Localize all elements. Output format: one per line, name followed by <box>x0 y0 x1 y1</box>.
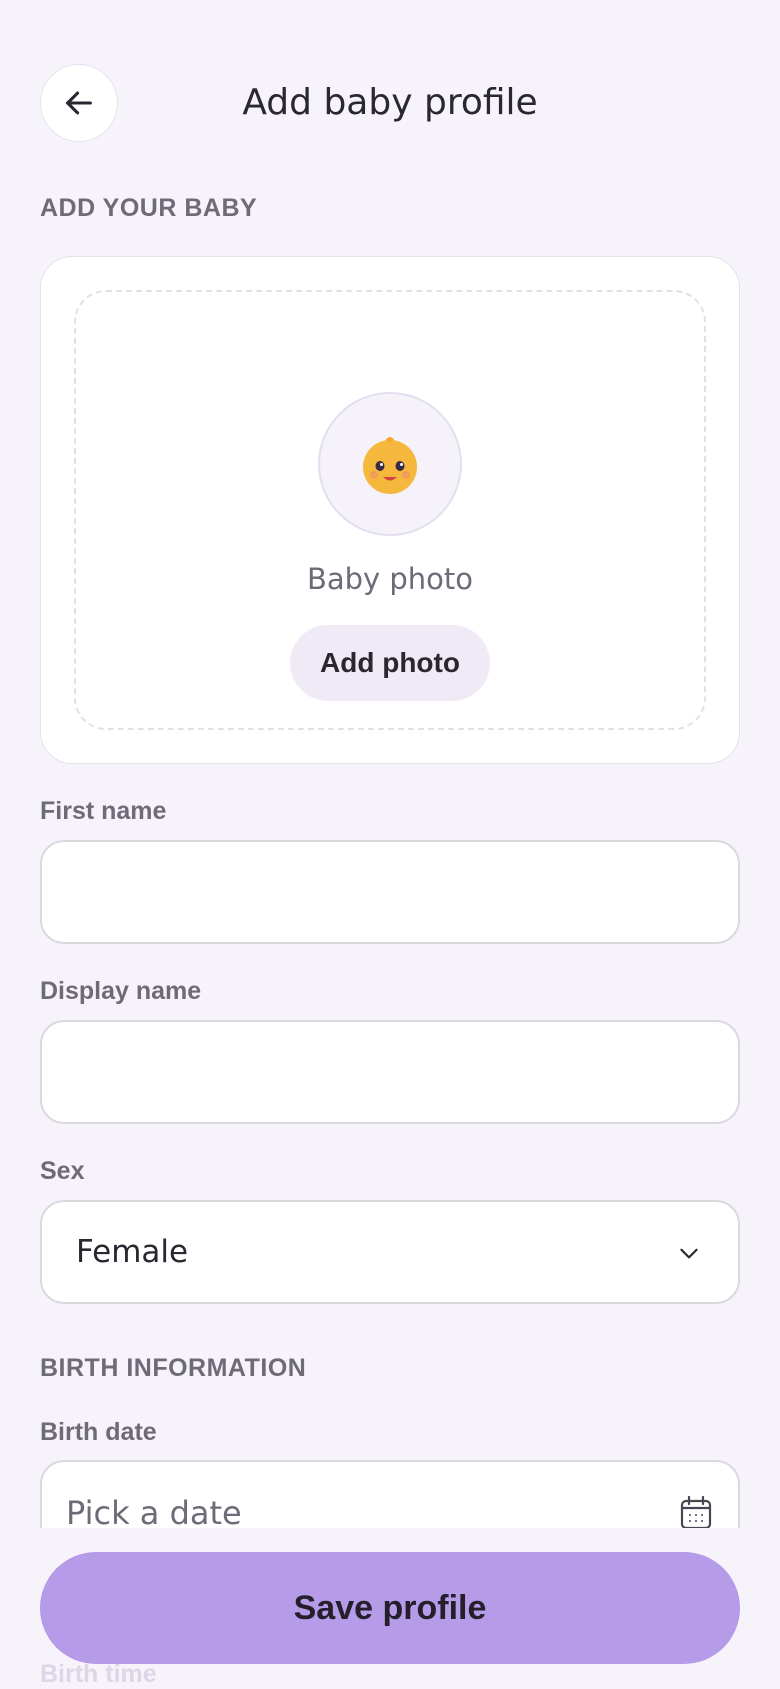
baby-avatar <box>318 392 462 536</box>
display-name-label: Display name <box>40 977 202 1005</box>
photo-caption: Baby photo <box>306 562 474 596</box>
display-name-input[interactable] <box>40 1020 740 1124</box>
calendar-icon[interactable] <box>680 1496 712 1530</box>
first-name-input[interactable] <box>40 840 740 944</box>
page-title: Add baby profile <box>242 82 538 123</box>
chevron-down-icon <box>680 1248 698 1259</box>
section-label-birth-info: BIRTH INFORMATION <box>40 1354 307 1382</box>
birth-date-label: Birth date <box>40 1418 157 1446</box>
sex-label: Sex <box>40 1157 85 1185</box>
header: Add baby profile <box>40 64 740 144</box>
section-label-add-baby: ADD YOUR BABY <box>40 194 258 222</box>
sex-selected-value: Female <box>76 1234 189 1270</box>
add-photo-button[interactable]: Add photo <box>290 625 490 701</box>
photo-dropzone[interactable]: Baby photo Add photo <box>74 290 706 730</box>
birth-time-label: Birth time <box>40 1660 157 1688</box>
sex-select[interactable]: Female <box>40 1200 740 1304</box>
save-profile-button[interactable]: Save profile <box>40 1552 740 1664</box>
baby-face-icon <box>363 437 417 494</box>
birth-date-placeholder: Pick a date <box>66 1494 242 1532</box>
photo-card: Baby photo Add photo <box>40 256 740 764</box>
first-name-label: First name <box>40 797 167 825</box>
